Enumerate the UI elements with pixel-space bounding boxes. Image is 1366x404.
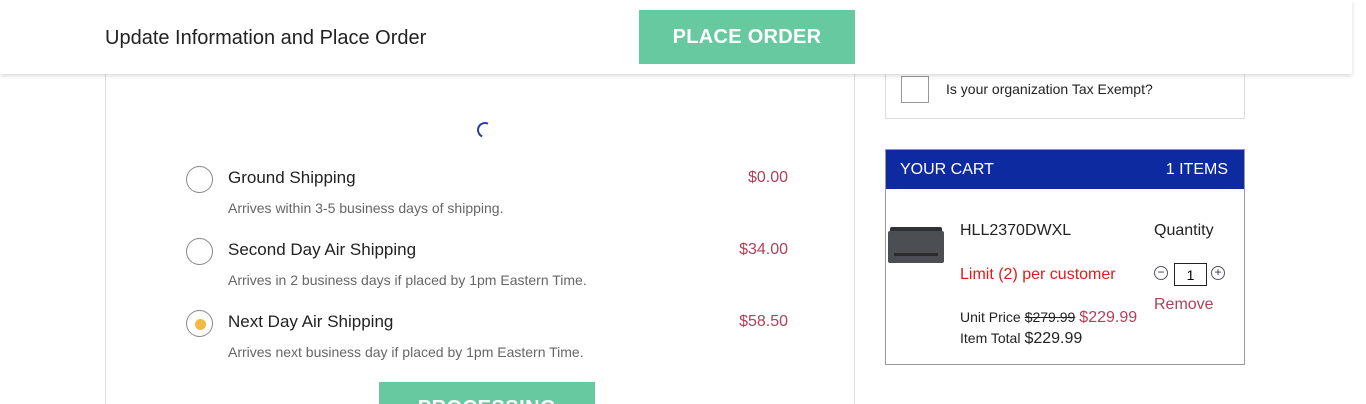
purchase-limit: Limit (2) per customer: [960, 266, 1116, 283]
new-price: $229.99: [1079, 309, 1138, 326]
cart-header: YOUR CART 1 ITEMS: [886, 150, 1244, 189]
radio-button[interactable]: [186, 238, 213, 265]
item-total-label: Item Total: [960, 330, 1021, 346]
shipping-option-name: Next Day Air Shipping: [228, 312, 394, 331]
item-total-amount: $229.99: [1024, 330, 1083, 347]
unit-price: Unit Price $279.99 $229.99: [960, 309, 1137, 327]
product-image: [886, 225, 946, 269]
processing-button[interactable]: PROCESSING: [379, 382, 595, 404]
radio-selected-dot: [195, 319, 206, 330]
top-bar: Update Information and Place Order PLACE…: [0, 0, 1352, 74]
quantity-label: Quantity: [1154, 222, 1214, 239]
shipping-option-name: Ground Shipping: [228, 168, 356, 187]
quantity-input[interactable]: [1174, 263, 1207, 286]
shipping-option-price: $58.50: [739, 313, 788, 330]
cart-title: YOUR CART: [900, 160, 994, 178]
minus-circle-icon[interactable]: −: [1154, 266, 1168, 280]
product-sku: HLL2370DWXL: [960, 222, 1072, 239]
page-title: Update Information and Place Order: [105, 27, 427, 49]
scrollbar[interactable]: [1352, 0, 1366, 404]
shipping-option-price: $34.00: [739, 241, 788, 258]
shipping-option-price: $0.00: [747, 169, 788, 186]
shipping-option-second-day[interactable]: Second Day Air Shipping Arrives in 2 bus…: [186, 238, 806, 298]
shipping-option-description: Arrives within 3-5 business days of ship…: [228, 200, 504, 216]
cart-panel: YOUR CART 1 ITEMS HLL2370DWXL Limit (2) …: [885, 149, 1245, 365]
tax-exempt-label: Is your organization Tax Exempt?: [946, 81, 1153, 97]
radio-button-selected[interactable]: [186, 310, 213, 337]
shipping-option-description: Arrives next business day if placed by 1…: [228, 344, 584, 360]
tax-exempt-checkbox[interactable]: [901, 76, 929, 103]
shipping-option-next-day[interactable]: Next Day Air Shipping Arrives next busin…: [186, 310, 806, 370]
unit-price-label: Unit Price: [960, 309, 1021, 325]
shipping-option-name: Second Day Air Shipping: [228, 240, 417, 259]
place-order-button[interactable]: PLACE ORDER: [639, 10, 855, 64]
item-total: Item Total $229.99: [960, 330, 1082, 348]
cart-item-count: 1 ITEMS: [1165, 160, 1228, 178]
shipping-option-description: Arrives in 2 business days if placed by …: [228, 272, 587, 288]
remove-link[interactable]: Remove: [1154, 296, 1214, 314]
shipping-option-ground[interactable]: Ground Shipping Arrives within 3-5 busin…: [186, 166, 806, 226]
old-price: $279.99: [1024, 309, 1076, 325]
radio-button[interactable]: [186, 166, 213, 193]
plus-circle-icon[interactable]: +: [1211, 266, 1225, 280]
